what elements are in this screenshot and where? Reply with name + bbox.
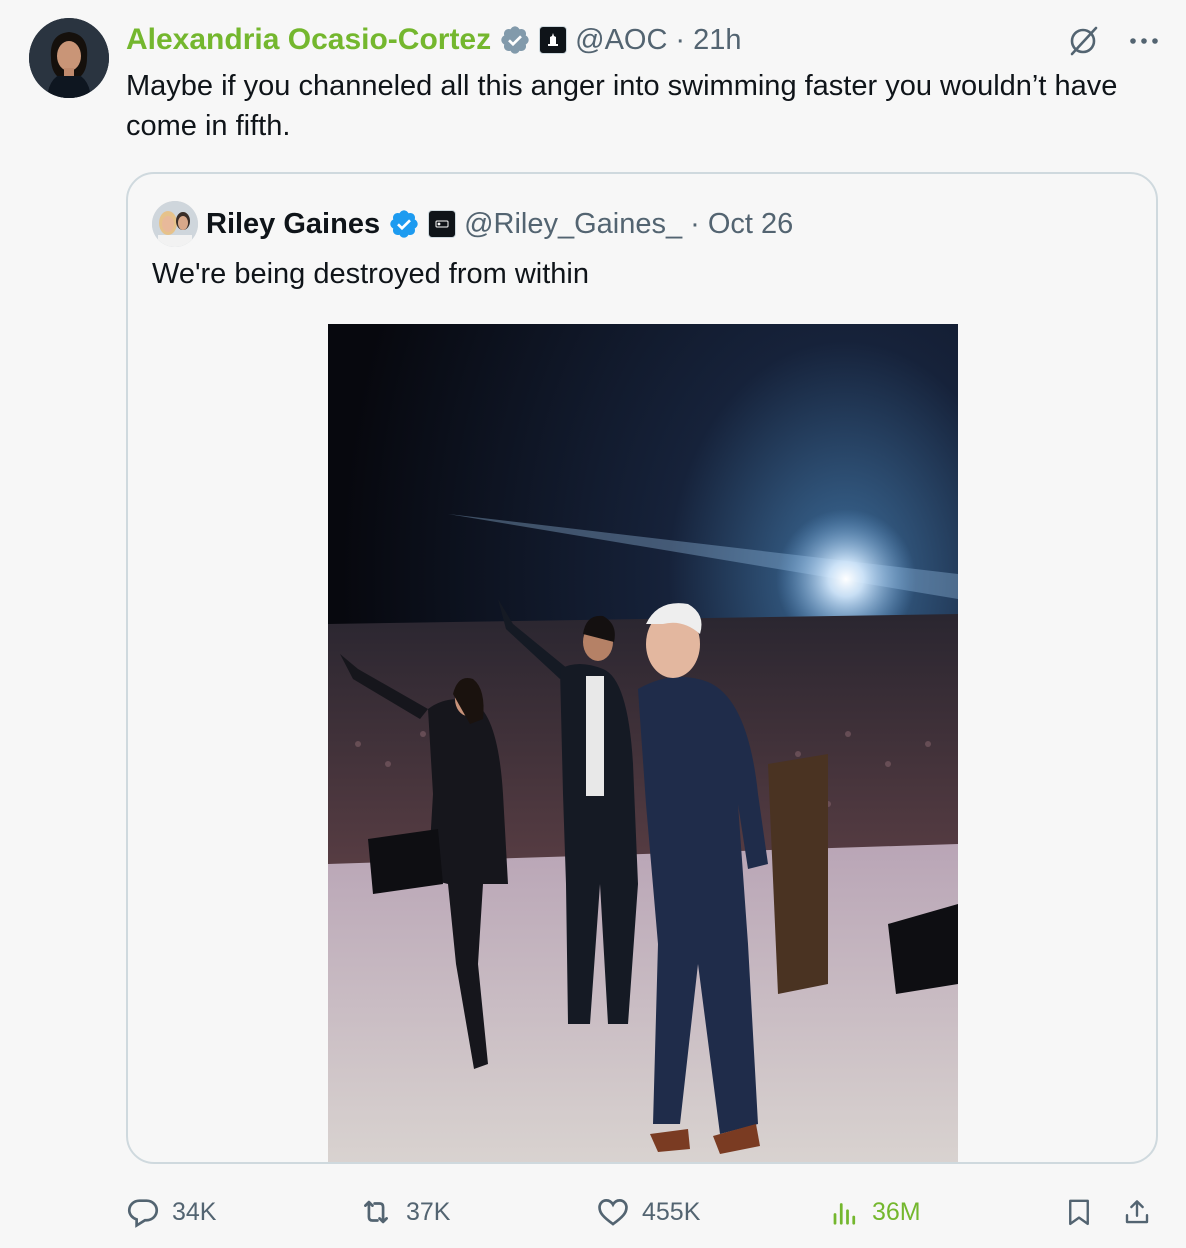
quoted-separator: ·: [690, 207, 700, 240]
quoted-date[interactable]: Oct 26: [708, 208, 793, 241]
verified-blue-icon[interactable]: [388, 208, 420, 240]
government-affiliate-icon[interactable]: [539, 26, 568, 54]
share-icon: [1122, 1195, 1152, 1229]
verified-gray-icon[interactable]: [499, 24, 531, 56]
repost-count: 37K: [406, 1197, 451, 1226]
author-name[interactable]: Alexandria Ocasio-Cortez: [126, 23, 491, 57]
quoted-author-name[interactable]: Riley Gaines: [206, 208, 380, 241]
like-icon: [596, 1195, 630, 1229]
bookmark-icon: [1064, 1195, 1094, 1229]
bookmark-button[interactable]: [1064, 1190, 1094, 1234]
quoted-avatar[interactable]: [152, 201, 198, 247]
org-affiliate-icon[interactable]: [428, 210, 457, 238]
top-right-actions: [1066, 22, 1160, 63]
share-button[interactable]: [1122, 1190, 1152, 1234]
grok-icon[interactable]: [1066, 22, 1102, 63]
quoted-photo[interactable]: [328, 324, 958, 1162]
views-button[interactable]: 36M: [830, 1190, 921, 1234]
reply-icon: [126, 1195, 160, 1229]
reply-count: 34K: [172, 1197, 217, 1226]
author-avatar[interactable]: [29, 18, 109, 98]
quoted-tweet[interactable]: Riley Gaines @Riley_Gaines_ · Oct 26 We'…: [126, 172, 1158, 1164]
author-handle[interactable]: @AOC: [575, 24, 667, 57]
tweet-time[interactable]: 21h: [693, 24, 741, 57]
reply-button[interactable]: 34K: [126, 1190, 216, 1234]
more-icon[interactable]: [1128, 34, 1160, 52]
quoted-text: We're being destroyed from within: [152, 258, 589, 290]
like-button[interactable]: 455K: [596, 1190, 700, 1234]
repost-icon: [358, 1195, 394, 1229]
tweet-text: Maybe if you channeled all this anger in…: [126, 70, 1118, 142]
views-count: 36M: [872, 1197, 921, 1226]
action-bar: 34K 37K 455K 36M: [126, 1190, 1158, 1234]
separator-dot: ·: [675, 23, 686, 56]
like-count: 455K: [642, 1197, 701, 1226]
quoted-handle[interactable]: @Riley_Gaines_: [464, 208, 682, 241]
quoted-header: Riley Gaines @Riley_Gaines_ · Oct 26: [152, 201, 793, 247]
repost-button[interactable]: 37K: [358, 1190, 450, 1234]
views-icon: [830, 1197, 860, 1227]
tweet-header: Alexandria Ocasio-Cortez @AOC · 21h: [126, 20, 741, 60]
